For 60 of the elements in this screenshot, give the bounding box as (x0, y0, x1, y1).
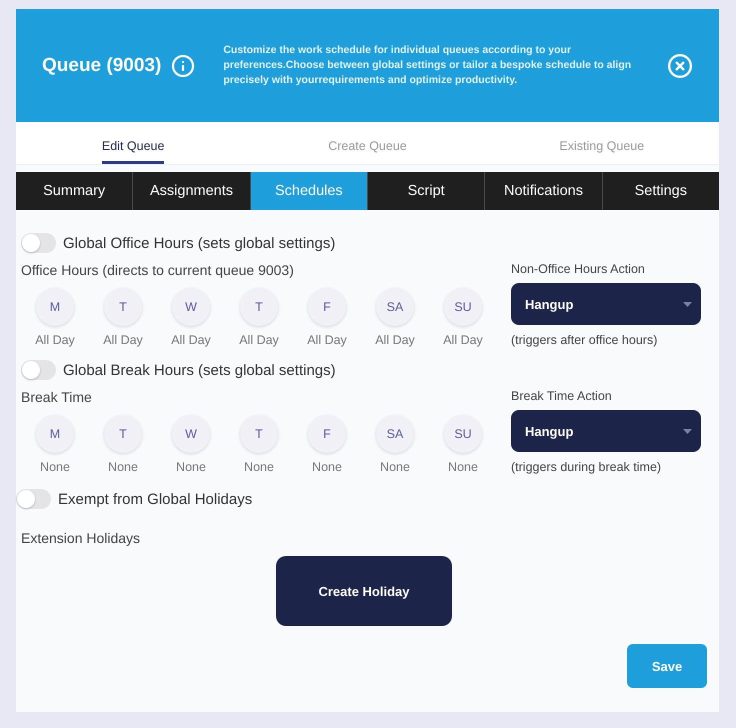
day-button[interactable]: M (36, 288, 74, 326)
section-heading: Extension Holidays (21, 530, 142, 546)
day-value: All Day (171, 333, 211, 347)
queue-tab[interactable]: Edit Queue (102, 139, 164, 164)
day-value: All Day (239, 333, 279, 347)
section-tab[interactable]: Assignments (133, 172, 250, 210)
description-text: Customize the work schedule for individual queues according to your preferences.Choose between global settings or tailor a bespoke schedule to align precisely with yourrequirements and optimize productivity. (223, 43, 632, 88)
day-button[interactable]: W (172, 288, 210, 326)
day-button[interactable]: T (104, 288, 142, 326)
save-button[interactable]: Save (627, 644, 707, 688)
day-value: All Day (103, 333, 143, 347)
day-value: All Day (375, 333, 415, 347)
toggle-switch[interactable] (21, 233, 56, 253)
section-tab[interactable]: Notifications (485, 172, 602, 210)
day-value: None (176, 460, 206, 474)
queue-tab[interactable]: Existing Queue (559, 139, 644, 164)
close-icon[interactable] (667, 52, 693, 78)
queue-title: Queue (9003) (42, 54, 162, 76)
info-icon[interactable] (171, 54, 196, 78)
day-value: None (312, 460, 342, 474)
day-value: None (380, 460, 410, 474)
day-button[interactable]: M (36, 415, 74, 453)
action-label: Non-Office Hours Action (511, 262, 646, 276)
action-note: (triggers after office hours) (511, 333, 658, 347)
day-button[interactable]: T (240, 288, 278, 326)
action-label: Break Time Action (511, 389, 613, 403)
day-button[interactable]: SA (376, 415, 414, 453)
day-button[interactable]: SA (376, 288, 414, 326)
day-value: All Day (443, 333, 483, 347)
action-dropdown[interactable]: Hangup (511, 410, 701, 452)
toggle-switch[interactable] (16, 489, 51, 509)
day-value: None (448, 460, 478, 474)
day-button[interactable]: F (308, 415, 346, 453)
caret-icon (683, 302, 692, 306)
caret-icon (683, 428, 692, 434)
day-button[interactable]: F (308, 288, 346, 326)
action-note: (triggers during break time) (511, 460, 662, 474)
section-tab[interactable]: Script (368, 172, 484, 210)
day-button[interactable]: SU (444, 415, 482, 453)
day-button[interactable]: W (172, 415, 210, 453)
day-value: All Day (307, 333, 347, 347)
section-tab[interactable]: Schedules (250, 172, 367, 210)
queue-tab[interactable]: Create Queue (328, 139, 407, 164)
day-value: All Day (35, 333, 75, 347)
section-heading: Break Time (21, 389, 93, 405)
day-value: None (40, 460, 70, 474)
action-dropdown[interactable]: Hangup (511, 283, 701, 325)
toggle-label: Exempt from Global Holidays (58, 490, 252, 508)
day-button[interactable]: T (240, 415, 278, 453)
toggle-switch[interactable] (21, 360, 56, 380)
day-button[interactable]: SU (444, 288, 482, 326)
toggle-label: Global Office Hours (sets global settings) (63, 234, 336, 252)
toggle-label: Global Break Hours (sets global settings) (63, 362, 336, 378)
day-value: None (244, 460, 274, 474)
section-tab[interactable]: Summary (16, 172, 132, 210)
create-holiday-button[interactable]: Create Holiday (276, 556, 452, 626)
section-heading: Office Hours (directs to current queue 9003) (21, 262, 295, 278)
section-tab[interactable]: Settings (602, 172, 719, 210)
day-value: None (108, 460, 138, 474)
day-button[interactable]: T (104, 415, 142, 453)
